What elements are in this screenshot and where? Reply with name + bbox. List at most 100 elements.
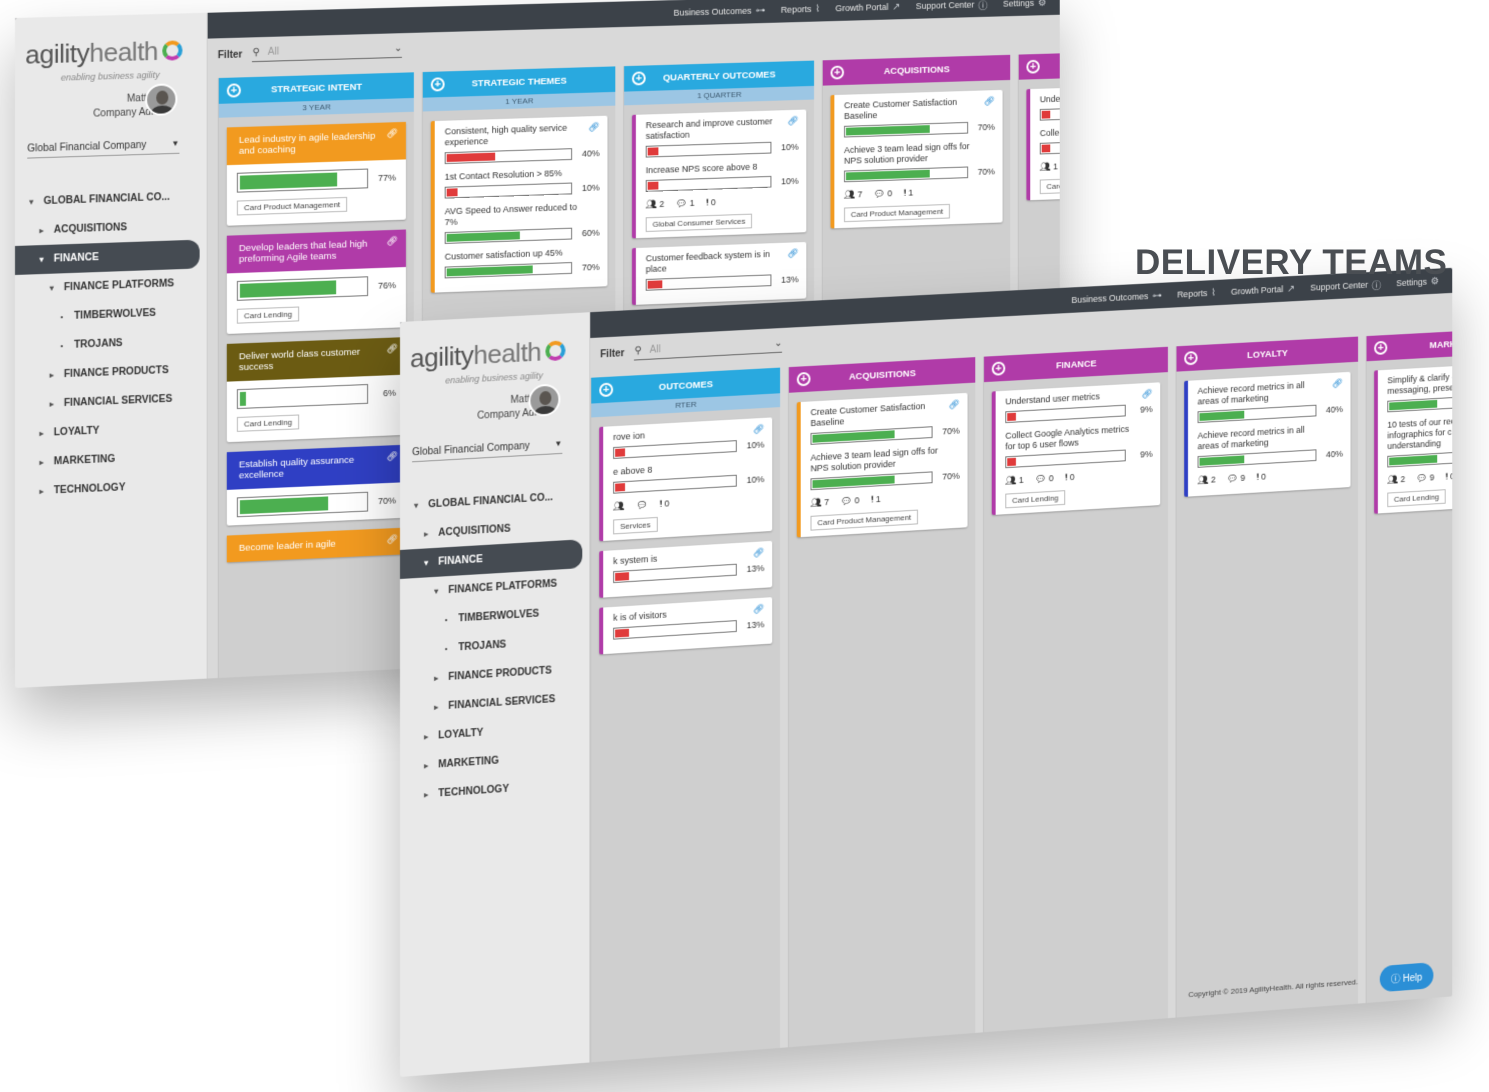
team-pill[interactable]: Card Product Management (236, 196, 348, 216)
outcome-card[interactable]: 🔗︎ Consistent, high quality service exper… (430, 115, 608, 293)
outcome-card[interactable]: 🔗︎ Create Customer Satisfaction Baseline 7… (796, 392, 968, 538)
progress-fill (239, 391, 246, 406)
progress-fill (446, 231, 521, 242)
progress-track (236, 491, 369, 518)
outcome-card[interactable]: 🔗︎ k system is 13% (599, 540, 773, 598)
comment-icon: 💬︎ (1227, 473, 1241, 484)
add-card-button[interactable]: + (830, 65, 845, 80)
logo-wheel-icon (162, 40, 183, 61)
link-icon[interactable]: 🔗︎ (387, 236, 398, 247)
key-result-title: Understand use (1039, 93, 1060, 105)
team-pill[interactable]: Global Consumer Services (645, 213, 753, 232)
progress-bar: 70% (236, 491, 396, 518)
filter-input[interactable]: ⚲ All ⌄ (634, 337, 783, 361)
board-column: + STRATEGIC INTENT 3 YEAR Lead industry in … (217, 72, 414, 679)
progress-fill (239, 496, 329, 515)
objective-card[interactable]: Develop leaders that lead high preformin… (226, 229, 406, 334)
outcome-card[interactable]: 🔗︎ Understand user metrics 9% Collect Googl… (991, 382, 1161, 516)
key-result-title: Achieve record metrics in all areas of m… (1197, 424, 1305, 452)
help-button[interactable]: ⓘ Help (1379, 962, 1434, 993)
outcome-card[interactable]: 🔗︎Understand useCollect Google metrics f… (1026, 83, 1060, 201)
link-icon[interactable]: 🔗︎ (753, 424, 764, 435)
company-select[interactable]: Global Financial Company ▼ (27, 138, 180, 159)
team-pill[interactable]: Card Lending (236, 306, 300, 324)
filter-label: Filter (600, 348, 625, 361)
column-title: LOYALTY (1247, 347, 1288, 361)
link-icon[interactable]: 🔗︎ (1332, 378, 1343, 389)
add-card-button[interactable]: + (430, 77, 445, 92)
topnav-link-business-outcomes[interactable]: Business Outcomes ⊶ (1072, 290, 1162, 305)
outcome-card[interactable]: 🔗︎ rove ion 10% e above 8 10% 👥︎ 💬︎ ❗︎ 0 Servi… (599, 417, 773, 542)
sidebar-nav: ▾ GLOBAL FINANCIAL CO... ▸ ACQUISITIONS ▾ FIN… (400, 481, 590, 811)
progress-fill (1007, 412, 1017, 422)
outcome-card[interactable]: 🔗︎Simplify & clarify our product, messag… (1374, 361, 1453, 514)
add-card-button[interactable]: + (226, 83, 241, 98)
progress-track (1387, 394, 1453, 413)
bullet-icon: • (60, 312, 64, 322)
link-icon[interactable]: 🔗︎ (984, 96, 995, 107)
team-pill[interactable]: Card Lending (1039, 177, 1060, 195)
objective-card-title: Develop leaders that lead high preformin… (238, 238, 368, 266)
topnav-link-growth-portal[interactable]: Growth Portal ↗ (1231, 283, 1295, 297)
objective-card[interactable]: Become leader in agile 🔗︎ (226, 527, 406, 563)
filter-input[interactable]: ⚲ All ⌄ (252, 43, 403, 63)
chevron-down-icon: ⌄ (774, 337, 783, 350)
column-title: STRATEGIC INTENT (270, 81, 363, 95)
link-icon[interactable]: 🔗︎ (387, 343, 398, 354)
objective-card[interactable]: Establish quality assurance excellence 🔗︎… (226, 444, 406, 526)
team-pill[interactable]: Card Lending (236, 414, 300, 432)
topnav-link-reports[interactable]: Reports ⌇ (1177, 287, 1216, 300)
team-pill[interactable]: Services (613, 516, 658, 535)
add-card-button[interactable]: + (1374, 340, 1388, 356)
team-pill[interactable]: Card Lending (1005, 490, 1066, 509)
link-icon[interactable]: 🔗︎ (753, 604, 764, 616)
sidebar-item-label: TECHNOLOGY (438, 783, 510, 800)
outcome-card[interactable]: 🔗︎ k is of visitors 13% (599, 597, 773, 655)
add-card-button[interactable]: + (1026, 59, 1040, 74)
add-card-button[interactable]: + (991, 361, 1006, 376)
team-pill[interactable]: Card Lending (1387, 489, 1446, 508)
link-icon[interactable]: 🔗︎ (387, 451, 398, 462)
team-pill[interactable]: Card Product Management (844, 203, 950, 223)
topnav-link-support-center[interactable]: Support Center ⓘ (916, 0, 988, 13)
sidebar: agilityhealth enabling business agility … (400, 312, 591, 1077)
company-select[interactable]: Global Financial Company ▼ (412, 438, 563, 463)
add-card-button[interactable]: + (1184, 351, 1198, 366)
caret-right-icon: ▸ (434, 673, 439, 683)
link-icon[interactable]: 🔗︎ (787, 116, 798, 127)
link-icon[interactable]: 🔗︎ (387, 534, 398, 545)
link-icon[interactable]: 🔗︎ (949, 399, 960, 410)
link-icon[interactable]: 🔗︎ (1142, 389, 1153, 400)
avatar[interactable] (145, 83, 178, 117)
add-card-button[interactable]: + (796, 371, 811, 387)
topnav-link-reports[interactable]: Reports ⌇ (781, 3, 820, 15)
link-icon[interactable]: 🔗︎ (588, 122, 599, 133)
progress-track (236, 276, 369, 301)
team-pill[interactable]: Card Product Management (810, 509, 919, 531)
objective-card[interactable]: Lead industry in agile leadership and co… (226, 121, 406, 226)
objective-card[interactable]: Deliver world class customer success 🔗︎ 6%… (226, 337, 406, 443)
brand-logo: agilityhealth (25, 35, 183, 70)
avatar[interactable] (528, 383, 561, 417)
comment-icon-count: 💬︎ 9 (1227, 473, 1245, 485)
sidebar-item-label: TECHNOLOGY (53, 482, 126, 497)
comment-icon-count: 💬︎ 0 (841, 495, 860, 507)
outcome-card[interactable]: 🔗︎ Achieve record metrics in all areas of… (1184, 371, 1351, 497)
alert-icon-count: ❗︎ 1 (871, 494, 881, 505)
link-icon[interactable]: 🔗︎ (753, 547, 764, 559)
outcome-card[interactable]: 🔗︎ Customer feedback system is in place 13… (631, 241, 807, 305)
progress-percent: 9% (1140, 448, 1153, 460)
outcome-card[interactable]: 🔗︎ Create Customer Satisfaction Baseline 7… (830, 89, 1003, 229)
outcome-card[interactable]: 🔗︎ Research and improve customer satisfac… (631, 109, 807, 239)
link-icon[interactable]: 🔗︎ (787, 248, 798, 259)
progress-percent: 70% (581, 262, 600, 273)
people-icon: 👥︎ (810, 497, 825, 508)
add-card-button[interactable]: + (599, 382, 614, 398)
column-title: FINANCE (1055, 357, 1097, 371)
topnav-link-business-outcomes[interactable]: Business Outcomes ⊶ (674, 5, 766, 18)
progress-bar: 60% (444, 227, 600, 244)
add-card-button[interactable]: + (631, 71, 646, 86)
topnav-link-settings[interactable]: Settings ⚙ (1003, 0, 1046, 9)
topnav-link-growth-portal[interactable]: Growth Portal ↗ (835, 1, 900, 13)
link-icon[interactable]: 🔗︎ (387, 128, 398, 139)
